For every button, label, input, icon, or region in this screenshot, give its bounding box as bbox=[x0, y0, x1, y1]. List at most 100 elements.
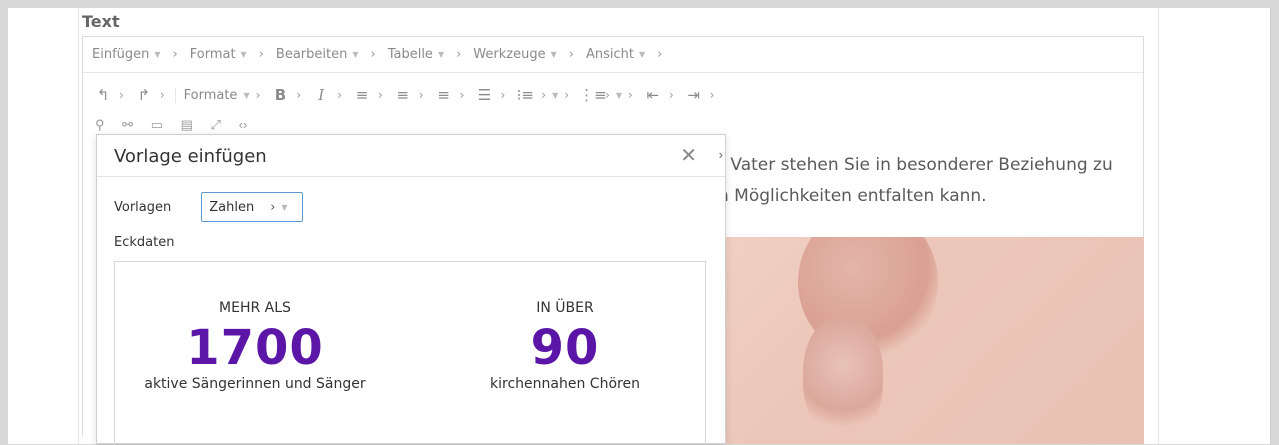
undo-button[interactable]: ↰ › bbox=[93, 86, 124, 104]
stat-suffix: kirchennahen Chören bbox=[490, 376, 640, 392]
chevron-right-icon: › bbox=[564, 88, 570, 102]
content-line: r Vater stehen Sie in besonderer Beziehu… bbox=[718, 155, 1113, 175]
menu-ansicht[interactable]: Ansicht ▼ › bbox=[586, 47, 662, 62]
align-justify-icon: ☰ bbox=[477, 86, 492, 104]
templates-select-value: Zahlen bbox=[209, 199, 255, 215]
chevron-right-icon: › bbox=[709, 88, 715, 102]
menu-tabelle[interactable]: Tabelle ▼ › bbox=[388, 47, 462, 62]
editor-content-text[interactable]: r Vater stehen Sie in besonderer Beziehu… bbox=[718, 150, 1113, 212]
content-image[interactable] bbox=[718, 237, 1144, 444]
chevron-right-icon: › bbox=[159, 88, 165, 102]
chevron-right-icon: › bbox=[258, 47, 264, 62]
close-icon[interactable]: ✕ bbox=[680, 143, 697, 168]
chevron-right-icon: › bbox=[172, 47, 178, 62]
stat-prefix: IN ÜBER bbox=[536, 300, 594, 316]
image-icon[interactable]: ▭ bbox=[151, 117, 163, 131]
templates-row: Vorlagen Zahlen › ▼ bbox=[114, 192, 304, 222]
undo-icon: ↰ bbox=[96, 86, 110, 104]
align-center-button[interactable]: ≡ › bbox=[393, 86, 424, 104]
insert-template-dialog: Vorlage einfügen ✕ › Vorlagen Zahlen › ▼… bbox=[96, 134, 726, 445]
chevron-right-icon: › bbox=[370, 47, 376, 62]
bullet-list-button[interactable]: ⁝≡ › ▼ › bbox=[515, 86, 569, 104]
outdent-button[interactable]: ⇤ › bbox=[643, 86, 674, 104]
chevron-right-icon: › bbox=[628, 88, 633, 102]
chevron-right-icon: › bbox=[418, 88, 424, 102]
indent-button[interactable]: ⇥ › bbox=[684, 86, 715, 104]
media-icon[interactable]: ▤ bbox=[181, 117, 193, 131]
chevron-right-icon: › bbox=[541, 88, 547, 102]
image-blur-shape bbox=[803, 317, 883, 437]
fullscreen-icon[interactable]: ⤢ bbox=[211, 117, 221, 131]
right-rail bbox=[1158, 8, 1159, 444]
bold-icon: B bbox=[274, 86, 287, 104]
templates-label: Vorlagen bbox=[114, 199, 172, 215]
caret-down-icon: ▼ bbox=[240, 50, 247, 59]
unlink-icon[interactable]: ⚯ bbox=[122, 117, 133, 131]
align-right-button[interactable]: ≡ › bbox=[434, 86, 465, 104]
chevron-right-icon: › bbox=[500, 88, 506, 102]
italic-icon: I bbox=[318, 86, 325, 104]
caret-down-icon: ▼ bbox=[550, 50, 557, 59]
bold-button[interactable]: B › bbox=[270, 86, 302, 104]
chevron-right-icon: › bbox=[255, 88, 261, 102]
caret-down-icon: ▼ bbox=[638, 50, 646, 59]
dialog-header: Vorlage einfügen ✕ › bbox=[97, 135, 725, 177]
stat-number: 1700 bbox=[186, 320, 324, 376]
field-label: Text bbox=[82, 12, 120, 31]
chevron-right-icon: › bbox=[378, 88, 383, 102]
dialog-title: Vorlage einfügen bbox=[114, 146, 267, 167]
chevron-right-icon: › bbox=[119, 88, 124, 102]
redo-button[interactable]: ↱ › bbox=[134, 86, 165, 104]
menu-label: Einfügen bbox=[92, 47, 150, 62]
menu-format[interactable]: Format ▼ › bbox=[190, 47, 264, 62]
menu-werkzeuge[interactable]: Werkzeuge ▼ › bbox=[473, 47, 574, 62]
left-rail bbox=[78, 8, 79, 444]
align-justify-button[interactable]: ☰ › bbox=[474, 86, 506, 104]
caret-down-icon: ▼ bbox=[437, 50, 445, 59]
caret-down-icon: ▼ bbox=[352, 50, 359, 59]
menu-einfuegen[interactable]: Einfügen ▼ › bbox=[92, 47, 178, 62]
align-left-icon: ≡ bbox=[355, 86, 369, 104]
menu-bearbeiten[interactable]: Bearbeiten ▼ › bbox=[276, 47, 376, 62]
menubar: Einfügen ▼ › Format ▼ › Bearbeiten ▼ › Tabelle… bbox=[83, 37, 1143, 73]
caret-down-icon: ▼ bbox=[154, 50, 161, 59]
chevron-right-icon: › bbox=[605, 88, 610, 102]
chevron-right-icon: › bbox=[657, 47, 663, 62]
stat-number: 90 bbox=[530, 320, 600, 376]
align-left-button[interactable]: ≡ › bbox=[352, 86, 383, 104]
stat-suffix: aktive Sängerinnen und Sänger bbox=[144, 376, 366, 392]
toolbar: ↰ › ↱ › Formate ▼ › B › I › ≡ › ≡ › ≡ › ☰ › ⁝≡ › ▼ › … bbox=[83, 73, 1143, 117]
chevron-right-icon: › bbox=[296, 88, 302, 102]
content-line: n Möglichkeiten entfalten kann. bbox=[718, 186, 987, 206]
toolbar-row-2: ⚲ ⚯ ▭ ▤ ⤢ ‹› bbox=[83, 117, 1143, 131]
chevron-right-icon: › bbox=[459, 88, 465, 102]
formats-dropdown[interactable]: Formate ▼ › bbox=[174, 87, 261, 103]
link-icon[interactable]: ⚲ bbox=[95, 117, 105, 131]
templates-select[interactable]: Zahlen › ▼ bbox=[201, 192, 304, 222]
caret-down-icon: ▼ bbox=[615, 90, 623, 100]
code-icon[interactable]: ‹› bbox=[239, 117, 248, 131]
chevron-right-icon: › bbox=[568, 47, 574, 62]
stat-prefix: MEHR ALS bbox=[219, 300, 291, 316]
bullet-list-icon: ⁝≡ bbox=[516, 86, 534, 104]
align-center-icon: ≡ bbox=[396, 86, 410, 104]
caret-down-icon: ▼ bbox=[281, 202, 288, 212]
key-data-label: Eckdaten bbox=[114, 235, 175, 250]
numbered-list-button[interactable]: ⋮≡ › ▼ › bbox=[579, 86, 633, 104]
formats-label: Formate bbox=[183, 87, 238, 103]
menu-label: Format bbox=[189, 47, 236, 62]
menu-label: Ansicht bbox=[585, 47, 634, 62]
menu-label: Bearbeiten bbox=[275, 47, 348, 62]
stat-block: IN ÜBER 90 kirchennahen Chören bbox=[435, 262, 695, 392]
menu-label: Tabelle bbox=[387, 47, 433, 62]
italic-button[interactable]: I › bbox=[311, 86, 342, 104]
chevron-right-icon: › bbox=[456, 47, 462, 62]
template-preview: MEHR ALS 1700 aktive Sängerinnen und Sän… bbox=[114, 261, 706, 445]
chevron-right-icon: › bbox=[718, 147, 723, 162]
chevron-right-icon: › bbox=[337, 88, 343, 102]
stat-block: MEHR ALS 1700 aktive Sängerinnen und Sän… bbox=[125, 262, 385, 392]
align-right-icon: ≡ bbox=[437, 86, 450, 104]
caret-down-icon: ▼ bbox=[552, 90, 559, 100]
indent-icon: ⇥ bbox=[687, 86, 700, 104]
redo-icon: ↱ bbox=[137, 86, 151, 104]
